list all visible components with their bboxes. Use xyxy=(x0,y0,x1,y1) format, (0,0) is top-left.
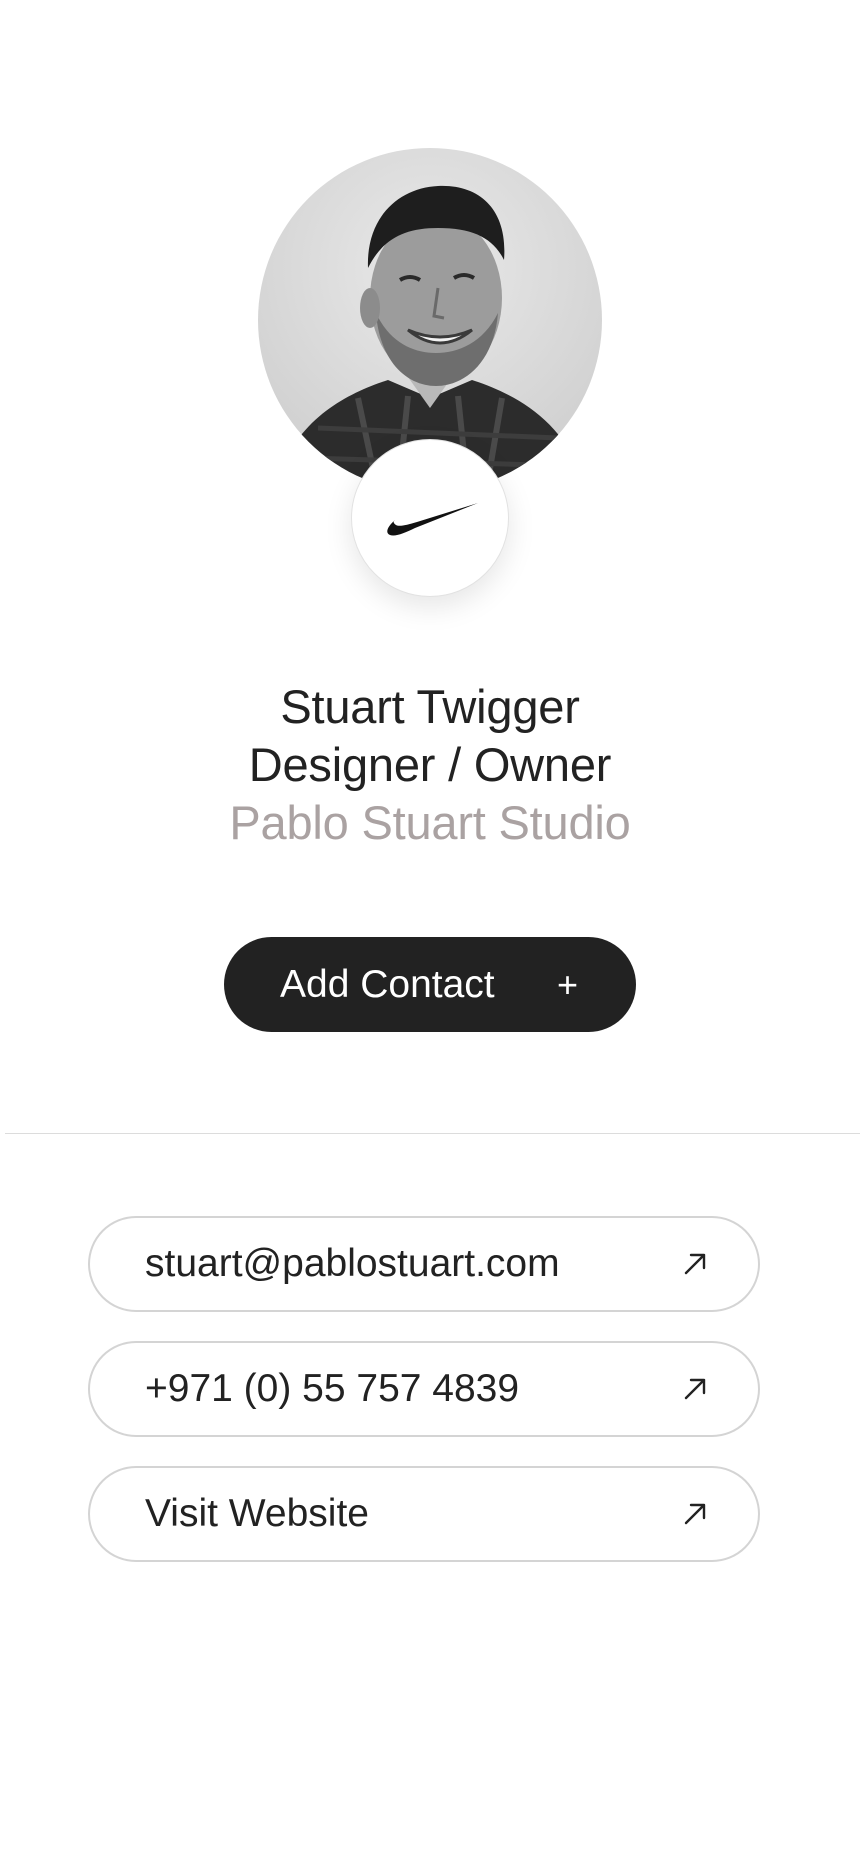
arrow-up-right-icon xyxy=(684,1378,706,1400)
section-divider xyxy=(5,1133,860,1134)
plus-icon: + xyxy=(556,963,578,1005)
profile-company: Pablo Stuart Studio xyxy=(229,796,631,849)
email-link-label: stuart@pablostuart.com xyxy=(145,1242,560,1285)
website-link-label: Visit Website xyxy=(145,1492,369,1535)
nike-swoosh-logo-icon xyxy=(387,503,478,536)
profile-name: Stuart Twigger xyxy=(280,680,580,733)
add-contact-button[interactable]: Add Contact + xyxy=(224,937,636,1032)
website-link[interactable]: Visit Website xyxy=(88,1466,760,1562)
profile-role: Designer / Owner xyxy=(248,738,612,791)
arrow-up-right-icon xyxy=(684,1253,706,1275)
phone-link-label: +971 (0) 55 757 4839 xyxy=(145,1367,520,1410)
add-contact-label: Add Contact xyxy=(280,962,495,1006)
email-link[interactable]: stuart@pablostuart.com xyxy=(88,1216,760,1312)
phone-link[interactable]: +971 (0) 55 757 4839 xyxy=(88,1341,760,1437)
arrow-up-right-icon xyxy=(684,1503,706,1525)
contact-links: stuart@pablostuart.com +971 (0) 55 757 4… xyxy=(88,1216,760,1591)
profile-identity: Stuart Twigger Designer / Owner Pablo St… xyxy=(0,678,860,852)
brand-logo-badge xyxy=(351,439,509,597)
